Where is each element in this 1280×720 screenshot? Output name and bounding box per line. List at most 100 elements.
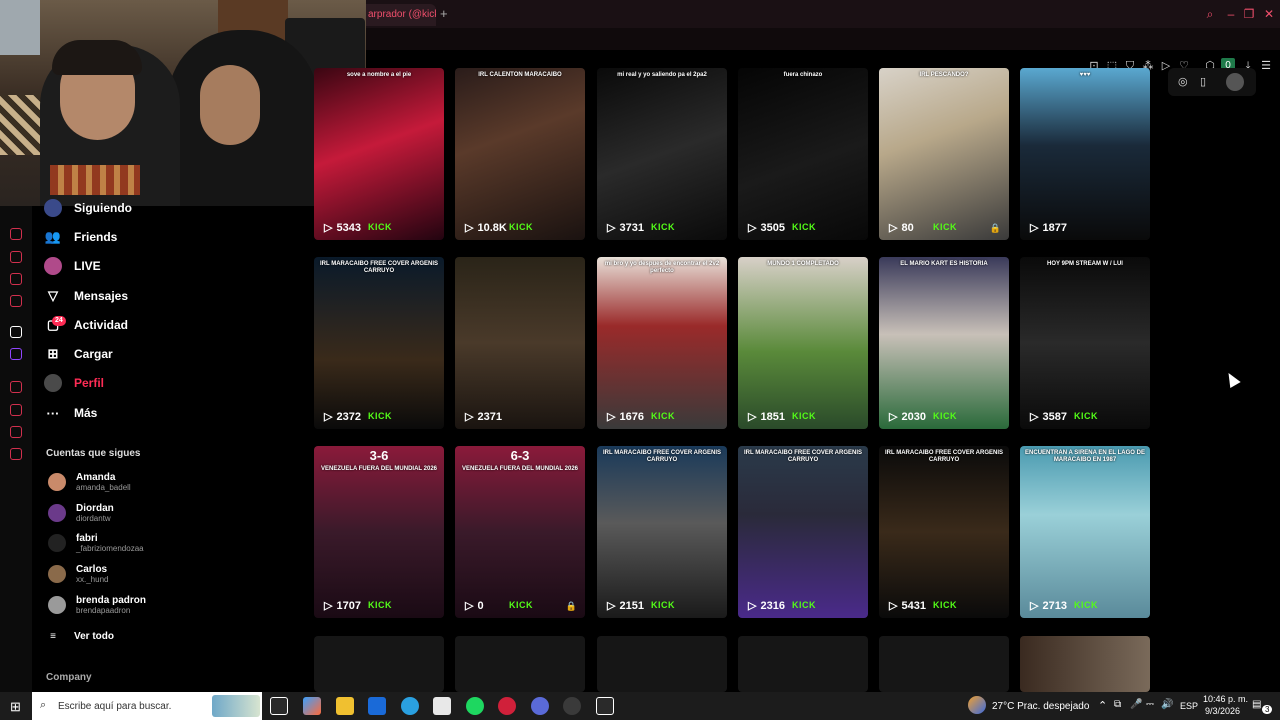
copilot-icon[interactable] (303, 697, 321, 715)
messages-icon: ▽ (48, 288, 58, 303)
video-caption: VENEZUELA FUERA DEL MUNDIAL 2026 (461, 466, 579, 472)
video-tile[interactable]: MUNDO 1 COMPLETADO ▷ 1851 KICK (738, 257, 868, 429)
play-icon: ▷ (324, 600, 333, 612)
weather-text[interactable]: 27°C Prac. despejado (992, 701, 1089, 712)
store-icon[interactable] (433, 697, 451, 715)
video-view-count: 5431 (901, 599, 926, 612)
following-item[interactable]: Carlos xx._hund (48, 564, 108, 584)
video-tile[interactable]: IRL CALENTON MARACAIBO ▷ 10.8K KICK (455, 68, 585, 240)
nav-friends[interactable]: 👥 Friends (44, 226, 117, 248)
kick-watermark: KICK (792, 411, 816, 421)
video-tile[interactable]: 3-6 VENEZUELA FUERA DEL MUNDIAL 2026 ▷ 1707… (314, 446, 444, 618)
notification-icon[interactable]: ▤ (1252, 699, 1261, 710)
video-tile[interactable]: fuera chinazo ▷ 3505 KICK (738, 68, 868, 240)
avatar[interactable] (1226, 73, 1244, 91)
nav-live[interactable]: LIVE (44, 255, 101, 277)
rail-mail-icon[interactable] (10, 295, 22, 307)
outlook-icon[interactable] (368, 697, 386, 715)
video-tile[interactable]: ♥♥♥ ▷ 1877 (1020, 68, 1150, 240)
nav-more[interactable]: ··· Más (44, 402, 98, 424)
play-icon: ▷ (1030, 600, 1039, 612)
nav-label: LIVE (74, 259, 101, 273)
video-placeholder[interactable] (1020, 636, 1150, 692)
video-placeholder[interactable] (314, 636, 444, 692)
rail-play-icon[interactable] (10, 381, 22, 393)
video-placeholder[interactable] (455, 636, 585, 692)
video-tile[interactable]: EL MARIO KART ES HISTORIA ▷ 2030 KICK (879, 257, 1009, 429)
video-tile[interactable]: IRL PESCANDO? ▷ 80 KICK 🔒 (879, 68, 1009, 240)
language-indicator[interactable]: ESP (1180, 701, 1198, 711)
network-icon[interactable]: ⎓ (1146, 699, 1154, 710)
search-icon[interactable]: ⌕ (1203, 7, 1217, 21)
video-tile[interactable]: mi real y yo saliendo pa el 2pa2 ▷ 3731 KIC… (597, 68, 727, 240)
capcut-icon[interactable] (596, 697, 614, 715)
discord-icon[interactable] (531, 697, 549, 715)
kick-watermark: KICK (933, 222, 957, 232)
play-icon: ▷ (324, 222, 333, 234)
video-tile[interactable]: IRL MARACAIBO FREE COVER ARGENIS CARRUYO… (879, 446, 1009, 618)
restore-icon[interactable]: ❐ (1242, 7, 1256, 21)
close-icon[interactable]: ✕ (1262, 7, 1276, 21)
rail-settings-icon[interactable] (10, 448, 22, 460)
company-link[interactable]: Company (46, 672, 92, 683)
following-item[interactable]: fabri _fabriziomendozaa (48, 533, 144, 553)
weather-icon[interactable] (968, 696, 986, 714)
avatar (48, 596, 66, 614)
nav-label: Actividad (74, 318, 129, 332)
video-tile[interactable]: sove a nombre a el pie ▷ 5343 KICK (314, 68, 444, 240)
rail-twitch-icon[interactable] (10, 348, 22, 360)
video-tile[interactable]: HOY 9PM STREAM W / LUI ▷ 3587 KICK (1020, 257, 1150, 429)
rail-bag-icon[interactable] (10, 251, 22, 263)
rail-tiktok-icon[interactable] (10, 326, 22, 338)
video-view-count: 2030 (901, 410, 926, 423)
new-tab-button[interactable]: + (440, 6, 448, 21)
obs-icon[interactable] (563, 697, 581, 715)
video-placeholder[interactable] (597, 636, 727, 692)
tray-chevron-icon[interactable]: ⌃ (1098, 699, 1107, 712)
following-item[interactable]: brenda padron brendapaadron (48, 595, 146, 615)
minimize-icon[interactable]: – (1224, 7, 1238, 21)
taskbar-search[interactable]: ⌕ Escribe aquí para buscar. (32, 692, 262, 720)
task-view-icon[interactable] (270, 697, 288, 715)
telegram-icon[interactable] (401, 697, 419, 715)
rail-grid-icon[interactable] (10, 273, 22, 285)
video-views: ▷ 1676 (607, 410, 644, 424)
compass-icon[interactable]: ◎ (1178, 75, 1188, 88)
clock-date[interactable]: 9/3/2026 (1205, 706, 1240, 716)
video-tile[interactable]: IRL MARACAIBO FREE COVER ARGENIS CARRUYO… (597, 446, 727, 618)
video-tile[interactable]: ▷ 2371 (455, 257, 585, 429)
nav-messages[interactable]: ▽ Mensajes (44, 285, 128, 307)
clock-time[interactable]: 10:46 p. m. (1203, 694, 1248, 704)
video-view-count: 2372 (336, 410, 361, 423)
video-tile[interactable]: 6-3 VENEZUELA FUERA DEL MUNDIAL 2026 ▷ 0 KIC… (455, 446, 585, 618)
video-tile[interactable]: mi bro y yo despues de encontrar el 2v2 … (597, 257, 727, 429)
following-item[interactable]: Diordan diordantw (48, 503, 114, 523)
video-views: ▷ 5431 (889, 599, 926, 613)
volume-icon[interactable]: 🔊 (1161, 699, 1173, 710)
phone-icon[interactable]: ▯ (1200, 75, 1206, 88)
menu-icon[interactable]: ☰ (1259, 59, 1273, 73)
video-tile[interactable]: IRL MARACAIBO FREE COVER ARGENIS CARRUYO… (314, 257, 444, 429)
following-item[interactable]: Amanda amanda_badell (48, 472, 131, 492)
opera-gx-icon[interactable] (498, 697, 516, 715)
nav-upload[interactable]: ⊞ Cargar (44, 343, 113, 365)
following-name: Amanda (76, 472, 116, 483)
browser-tab[interactable]: arprador (@kick (360, 4, 436, 26)
nav-label: Más (74, 406, 98, 420)
rail-chat-icon[interactable] (10, 426, 22, 438)
video-tile[interactable]: IRL MARACAIBO FREE COVER ARGENIS CARRUYO… (738, 446, 868, 618)
nav-following[interactable]: Siguiendo (44, 197, 132, 219)
nav-profile[interactable]: Perfil (44, 372, 104, 394)
avatar (48, 565, 66, 583)
windows-start-icon[interactable]: ⊞ (10, 699, 21, 715)
file-explorer-icon[interactable] (336, 697, 354, 715)
spotify-icon[interactable] (466, 697, 484, 715)
see-all-link[interactable]: ≡ Ver todo (44, 625, 114, 647)
rail-refresh-icon[interactable] (10, 228, 22, 240)
rail-clock-icon[interactable] (10, 404, 22, 416)
video-tile[interactable]: ENCUENTRAN A SIRENA EN EL LAGO DE MARACA… (1020, 446, 1150, 618)
video-placeholder[interactable] (879, 636, 1009, 692)
microphone-icon[interactable]: 🎤 (1130, 699, 1142, 710)
tray-app-icon[interactable]: ⧉ (1114, 699, 1121, 710)
video-placeholder[interactable] (738, 636, 868, 692)
